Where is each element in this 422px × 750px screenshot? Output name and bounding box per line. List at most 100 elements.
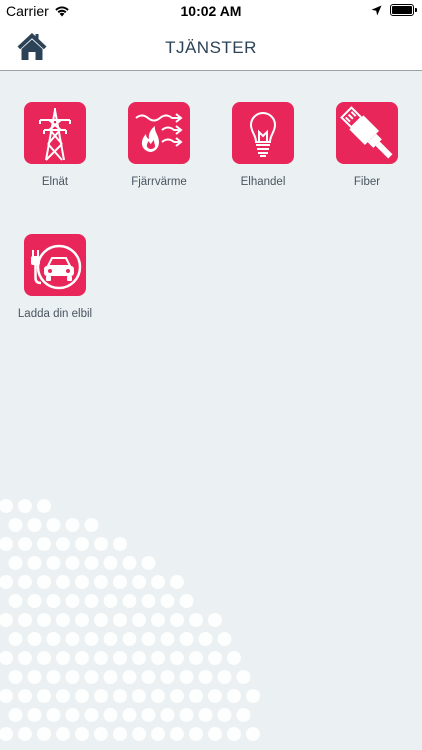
decorative-dot [94, 689, 108, 703]
decorative-dot [170, 689, 184, 703]
decorative-dot [103, 708, 118, 722]
decorative-dot [27, 594, 42, 608]
decorative-dot [18, 689, 32, 703]
decorative-dot [84, 708, 99, 722]
location-arrow-icon [371, 5, 382, 15]
battery-icon [390, 4, 417, 16]
service-tile-fiber[interactable]: Fiber [315, 102, 419, 188]
decorative-dot [189, 689, 203, 703]
status-bar: Carrier 10:02 AM [0, 0, 422, 22]
decorative-dot [27, 632, 42, 646]
decorative-dot [94, 537, 108, 551]
decorative-dot [160, 594, 175, 608]
decorative-dot [27, 670, 42, 684]
decorative-dot [141, 556, 156, 570]
decorative-dot [56, 727, 70, 741]
decorative-dot [208, 689, 222, 703]
ev-charging-icon [24, 234, 86, 296]
decorative-dot [75, 689, 89, 703]
decorative-dot [246, 727, 260, 741]
decorative-dot [132, 575, 146, 589]
decorative-dot [141, 708, 156, 722]
decorative-dot [236, 670, 251, 684]
decorative-dot [46, 518, 61, 532]
decorative-dot [8, 632, 23, 646]
decorative-dot [217, 670, 232, 684]
decorative-dot [27, 556, 42, 570]
decorative-dot [84, 518, 99, 532]
decorative-dot [151, 651, 165, 665]
decorative-dot [179, 594, 194, 608]
status-time: 10:02 AM [180, 3, 242, 19]
service-tile-ladda-elbil[interactable]: Ladda din elbil [3, 234, 107, 320]
decorative-dot [113, 575, 127, 589]
decorative-dot [132, 651, 146, 665]
decorative-dot [65, 518, 80, 532]
decorative-dot [179, 670, 194, 684]
decorative-dot [94, 651, 108, 665]
decorative-dot [56, 689, 70, 703]
decorative-dot [170, 575, 184, 589]
decorative-dot [179, 632, 194, 646]
decorative-dot [75, 613, 89, 627]
decorative-dot [160, 632, 175, 646]
decorative-dot [84, 594, 99, 608]
decorative-dot [37, 499, 51, 513]
decorative-dot [103, 556, 118, 570]
decorative-dot [113, 651, 127, 665]
service-tile-elnat[interactable]: Elnät [3, 102, 107, 188]
decorative-dot [208, 727, 222, 741]
decorative-dot [94, 613, 108, 627]
decorative-dot [37, 613, 51, 627]
decorative-dot [132, 613, 146, 627]
decorative-dot [56, 613, 70, 627]
decorative-dot [208, 613, 222, 627]
service-tile-elhandel[interactable]: Elhandel [211, 102, 315, 188]
page-title: TJÄNSTER [165, 38, 257, 57]
decorative-dot [46, 708, 61, 722]
service-label: Elhandel [240, 176, 286, 188]
decorative-dot [198, 708, 213, 722]
decorative-dot [179, 708, 194, 722]
decorative-dot [94, 727, 108, 741]
decorative-dot [65, 670, 80, 684]
service-label: Elnät [41, 176, 69, 188]
decorative-dot [151, 689, 165, 703]
decorative-dot [113, 689, 127, 703]
decorative-dot [151, 613, 165, 627]
decorative-dot [0, 499, 13, 513]
decorative-dot [75, 727, 89, 741]
decorative-dot [227, 689, 241, 703]
decorative-dot [132, 727, 146, 741]
decorative-dot [151, 727, 165, 741]
decorative-dot [0, 651, 13, 665]
service-tile-fjarrvarme[interactable]: Fjärrvärme [107, 102, 211, 188]
decorative-dot [8, 518, 23, 532]
decorative-dot [160, 708, 175, 722]
decorative-dot [160, 670, 175, 684]
power-pylon-icon [24, 102, 86, 164]
decorative-dot [208, 651, 222, 665]
decorative-dot [75, 651, 89, 665]
decorative-dot [189, 727, 203, 741]
decorative-dot [0, 537, 13, 551]
decorative-dot [56, 575, 70, 589]
decorative-dot [18, 537, 32, 551]
decorative-dot [65, 556, 80, 570]
decorative-dot [113, 537, 127, 551]
decorative-dot [170, 651, 184, 665]
decorative-dot [27, 708, 42, 722]
decorative-dot [217, 708, 232, 722]
service-label: Ladda din elbil [17, 308, 93, 320]
decorative-dot [46, 670, 61, 684]
decorative-dot [37, 689, 51, 703]
decorative-dot [227, 727, 241, 741]
decorative-dot [84, 556, 99, 570]
decorative-dot [56, 537, 70, 551]
decorative-dot [94, 575, 108, 589]
decorative-dot [122, 708, 137, 722]
service-label: Fjärrvärme [131, 176, 187, 188]
decorative-dot [246, 689, 260, 703]
decorative-dot [122, 556, 137, 570]
decorative-dot [18, 499, 32, 513]
